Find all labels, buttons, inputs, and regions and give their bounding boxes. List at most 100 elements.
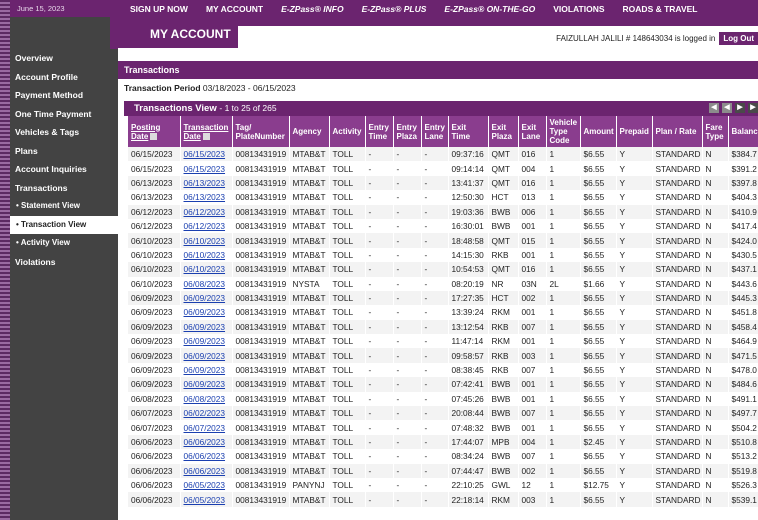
- transaction-date-link[interactable]: 06/06/2023: [180, 449, 233, 464]
- sidebar-item-3[interactable]: One Time Payment: [10, 105, 118, 124]
- logout-button[interactable]: Log Out: [719, 32, 758, 45]
- table-cell: N: [702, 290, 729, 306]
- table-row: 06/10/2023 06/10/2023 00813431919 MTAB&T TOL…: [128, 247, 758, 263]
- table-cell: 00813431919: [232, 247, 290, 263]
- column-header-4: Activity: [329, 116, 366, 147]
- transaction-date-link[interactable]: 06/13/2023: [180, 175, 233, 191]
- transaction-date-link[interactable]: 06/13/2023: [180, 190, 233, 205]
- table-cell: Y: [616, 247, 653, 263]
- table-cell: -: [393, 406, 422, 421]
- sidebar-item-5[interactable]: Plans: [10, 142, 118, 161]
- column-header-1[interactable]: Transaction Date: [180, 116, 233, 147]
- nav-item-6[interactable]: ROADS & TRAVEL: [623, 4, 698, 14]
- table-cell: N: [702, 218, 729, 234]
- nav-item-3[interactable]: E-ZPass® PLUS: [362, 4, 427, 14]
- sidebar-item-9[interactable]: • Transaction View: [10, 215, 118, 234]
- transaction-date-link[interactable]: 06/08/2023: [180, 276, 233, 291]
- table-cell: $6.55: [580, 348, 617, 363]
- table-cell: TOLL: [329, 463, 366, 478]
- table-row: 06/12/2023 06/12/2023 00813431919 MTAB&T TOL…: [128, 218, 758, 234]
- table-cell: TOLL: [329, 477, 366, 493]
- nav-item-5[interactable]: VIOLATIONS: [553, 4, 604, 14]
- table-cell: -: [421, 334, 449, 349]
- sidebar-item-1[interactable]: Account Profile: [10, 68, 118, 87]
- transaction-date-link[interactable]: 06/08/2023: [180, 391, 233, 407]
- transaction-date-link[interactable]: 06/10/2023: [180, 262, 233, 277]
- table-row: 06/10/2023 06/10/2023 00813431919 MTAB&T TOL…: [128, 233, 758, 248]
- table-cell: $1.66: [580, 276, 617, 291]
- transaction-date-link[interactable]: 06/12/2023: [180, 204, 233, 219]
- table-cell: -: [393, 147, 422, 162]
- transaction-date-link[interactable]: 06/09/2023: [180, 362, 233, 378]
- table-cell: $417.4: [728, 218, 758, 234]
- sidebar-item-6[interactable]: Account Inquiries: [10, 160, 118, 179]
- transaction-date-link[interactable]: 06/15/2023: [180, 161, 233, 176]
- column-header-10: Exit Lane: [518, 116, 547, 147]
- nav-item-1[interactable]: MY ACCOUNT: [206, 4, 263, 14]
- column-header-0[interactable]: Posting Date: [128, 116, 181, 147]
- transaction-date-link[interactable]: 06/09/2023: [180, 290, 233, 306]
- table-cell: 08:38:45: [448, 362, 489, 378]
- sidebar-item-0[interactable]: Overview: [10, 49, 118, 68]
- table-cell: 06/13/2023: [128, 190, 181, 205]
- transaction-date-link[interactable]: 06/15/2023: [180, 147, 233, 162]
- table-cell: N: [702, 276, 729, 291]
- sidebar-item-10[interactable]: • Activity View: [10, 234, 118, 253]
- table-cell: Y: [616, 434, 653, 450]
- table-cell: Y: [616, 218, 653, 234]
- transaction-date-link[interactable]: 06/02/2023: [180, 406, 233, 421]
- table-cell: MTAB&T: [289, 218, 330, 234]
- table-cell: -: [393, 305, 422, 320]
- table-cell: STANDARD: [652, 233, 703, 248]
- account-title-tab: MY ACCOUNT: [110, 17, 238, 49]
- table-cell: -: [365, 391, 394, 407]
- nav-item-2[interactable]: E-ZPass® INFO: [281, 4, 343, 14]
- table-cell: 09:58:57: [448, 348, 489, 363]
- table-cell: STANDARD: [652, 290, 703, 306]
- last-page-icon[interactable]: ▶: [748, 103, 758, 113]
- table-cell: N: [702, 406, 729, 421]
- transaction-date-link[interactable]: 06/09/2023: [180, 348, 233, 363]
- transaction-date-link[interactable]: 06/09/2023: [180, 319, 233, 335]
- transaction-date-link[interactable]: 06/05/2023: [180, 492, 233, 507]
- transaction-date-link[interactable]: 06/09/2023: [180, 377, 233, 392]
- table-row: 06/15/2023 06/15/2023 00813431919 MTAB&T TOL…: [128, 147, 758, 162]
- sidebar-item-11[interactable]: Violations: [10, 253, 118, 272]
- transaction-date-link[interactable]: 06/09/2023: [180, 334, 233, 349]
- sidebar-item-8[interactable]: • Statement View: [10, 197, 118, 216]
- table-cell: $6.55: [580, 204, 617, 219]
- column-header-label: Entry Lane: [424, 122, 445, 141]
- table-cell: 06/09/2023: [128, 290, 181, 306]
- table-cell: N: [702, 233, 729, 248]
- transaction-date-link[interactable]: 06/12/2023: [180, 218, 233, 234]
- first-page-icon[interactable]: ◀: [709, 103, 719, 113]
- transaction-period: Transaction Period 03/18/2023 - 06/15/20…: [124, 83, 296, 93]
- transaction-date-link[interactable]: 06/10/2023: [180, 233, 233, 248]
- transaction-date-link[interactable]: 06/06/2023: [180, 434, 233, 450]
- sidebar-item-2[interactable]: Payment Method: [10, 86, 118, 105]
- transaction-date-link[interactable]: 06/07/2023: [180, 420, 233, 435]
- column-header-label: Activity: [332, 127, 362, 136]
- table-cell: 00813431919: [232, 305, 290, 320]
- table-cell: $519.8: [728, 463, 758, 478]
- sidebar-item-7[interactable]: Transactions: [10, 179, 118, 198]
- table-cell: 09:14:14: [448, 161, 489, 176]
- transaction-date-link[interactable]: 06/10/2023: [180, 247, 233, 263]
- transaction-date-link[interactable]: 06/05/2023: [180, 477, 233, 493]
- table-cell: -: [421, 348, 449, 363]
- table-row: 06/10/2023 06/10/2023 00813431919 MTAB&T TOL…: [128, 262, 758, 277]
- sort-icon[interactable]: [202, 132, 210, 140]
- nav-item-0[interactable]: SIGN UP NOW: [130, 4, 188, 14]
- nav-item-4[interactable]: E-ZPass® ON-THE-GO: [444, 4, 535, 14]
- sort-icon[interactable]: [150, 132, 158, 140]
- transaction-date-link[interactable]: 06/09/2023: [180, 305, 233, 320]
- prev-page-icon[interactable]: ◀: [722, 103, 732, 113]
- table-cell: MTAB&T: [289, 449, 330, 464]
- transaction-date-link[interactable]: 06/06/2023: [180, 463, 233, 478]
- sidebar-item-4[interactable]: Vehicles & Tags: [10, 123, 118, 142]
- table-header-row: Posting Date Transaction Date Tag/ PlateNu…: [128, 116, 758, 147]
- next-page-icon[interactable]: ▶: [735, 103, 745, 113]
- table-cell: MTAB&T: [289, 377, 330, 392]
- table-cell: 06/09/2023: [128, 319, 181, 335]
- table-cell: QMT: [488, 233, 519, 248]
